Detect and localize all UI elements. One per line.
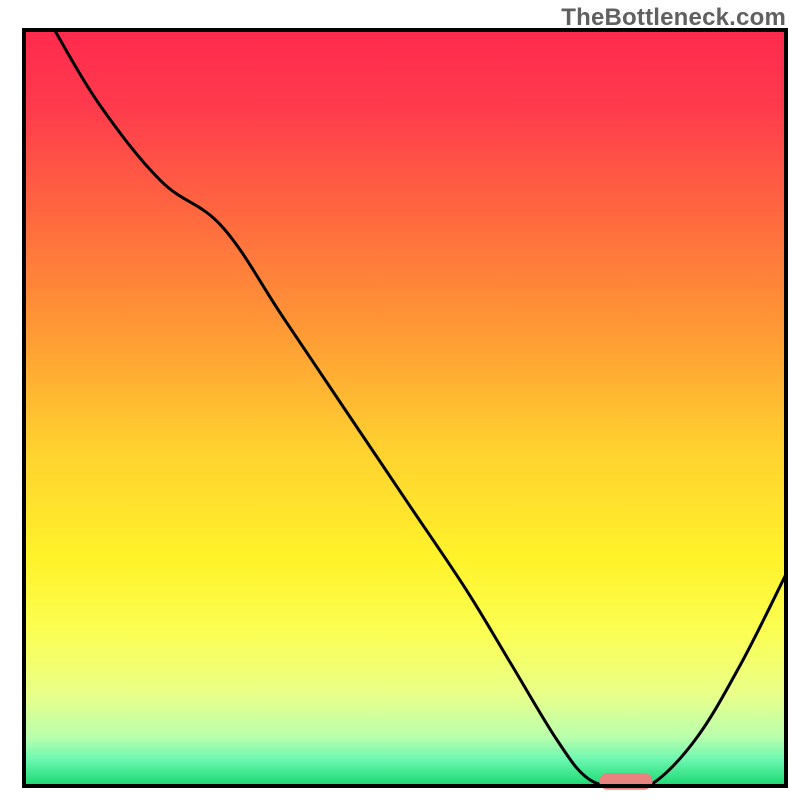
chart-container: TheBottleneck.com xyxy=(0,0,800,800)
gradient-background xyxy=(24,30,786,786)
curve-chart xyxy=(0,0,800,800)
